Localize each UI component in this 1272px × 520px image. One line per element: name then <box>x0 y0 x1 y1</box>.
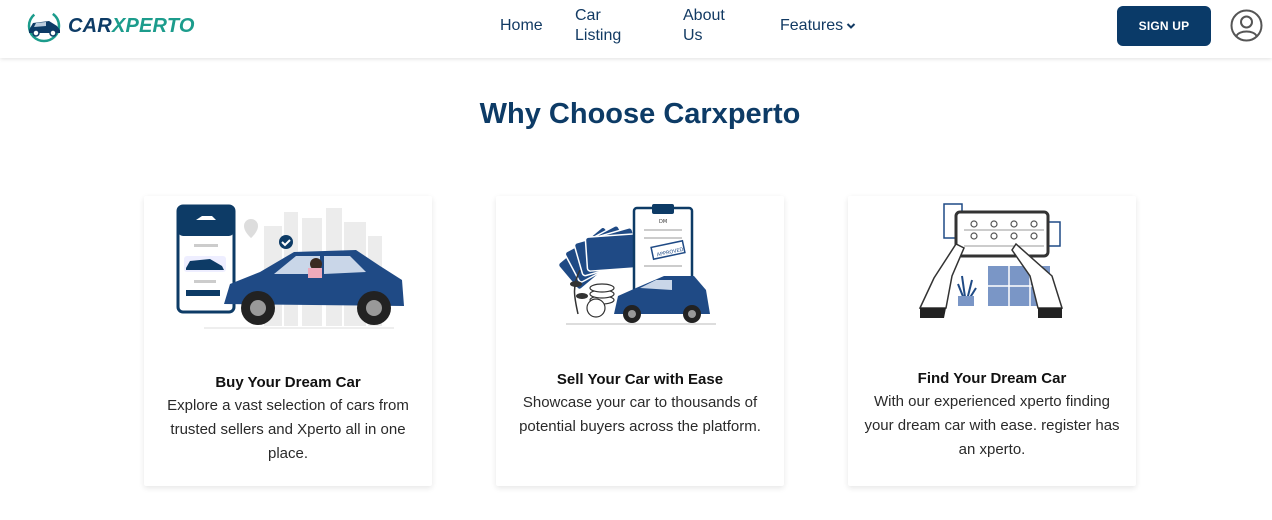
car-logo-icon <box>27 9 61 43</box>
top-navbar: CARXPERTO Home Car Listing About Us Feat… <box>0 0 1272 58</box>
feature-card-find: Find Your Dream Car With our experienced… <box>848 196 1136 486</box>
brand-logo[interactable]: CARXPERTO <box>24 8 195 44</box>
card-description: With our experienced xperto finding your… <box>864 393 1120 458</box>
card-description: Explore a vast selection of cars from tr… <box>167 397 409 462</box>
svg-text:DM: DM <box>659 219 667 225</box>
user-avatar-icon[interactable] <box>1230 9 1263 42</box>
nav-features-label: Features <box>780 17 844 34</box>
nav-car-listing[interactable]: Car Listing <box>575 7 621 44</box>
card-title: Find Your Dream Car <box>917 370 1067 387</box>
chevron-down-icon <box>846 23 856 29</box>
brand-name: CARXPERTO <box>68 15 195 38</box>
section-title: Why Choose Carxperto <box>479 98 801 130</box>
nav-about-us[interactable]: About Us <box>683 7 725 44</box>
find-car-illustration <box>918 203 1064 318</box>
brand-name-part1: CAR <box>68 14 112 37</box>
feature-card-buy: Buy Your Dream Car Explore a vast select… <box>144 196 432 486</box>
feature-card-sell: DM APPROVED Sell Your Car with Ease Show… <box>496 196 784 486</box>
signup-button[interactable]: SIGN UP <box>1117 6 1211 46</box>
nav-features[interactable]: Features <box>780 16 856 36</box>
nav-home[interactable]: Home <box>500 16 543 36</box>
sell-car-illustration: DM APPROVED <box>557 204 716 325</box>
card-description: Showcase your car to thousands of potent… <box>519 394 761 435</box>
buy-car-illustration <box>176 204 404 329</box>
card-title: Buy Your Dream Car <box>215 374 361 391</box>
brand-name-part2: XPERTO <box>111 14 195 37</box>
card-title: Sell Your Car with Ease <box>556 371 724 388</box>
